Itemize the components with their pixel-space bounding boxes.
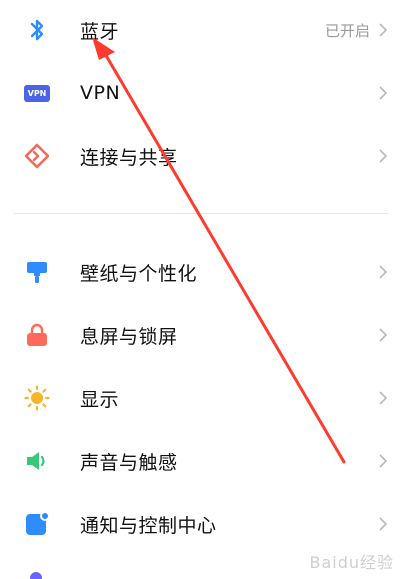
settings-item-display[interactable]: 显示 — [0, 368, 410, 428]
chevron-right-icon — [379, 149, 388, 163]
lock-icon — [24, 322, 50, 348]
settings-item-label: 连接与共享 — [80, 146, 178, 169]
settings-item-sound[interactable]: 声音与触感 — [0, 431, 410, 491]
chevron-right-icon — [379, 391, 388, 405]
settings-item-label: 显示 — [80, 388, 120, 411]
vpn-icon: VPN — [24, 80, 50, 106]
chevron-right-icon — [379, 328, 388, 342]
next-item-icon-partial — [30, 572, 42, 579]
settings-item-bluetooth[interactable]: 蓝牙 已开启 — [0, 0, 410, 60]
bluetooth-icon — [24, 17, 50, 43]
bluetooth-status: 已开启 — [324, 21, 370, 40]
settings-item-label: 声音与触感 — [80, 451, 178, 474]
watermark: Baidu经验 — [309, 553, 394, 572]
settings-item-lock-screen[interactable]: 息屏与锁屏 — [0, 305, 410, 365]
chevron-right-icon — [379, 517, 388, 531]
settings-item-wallpaper[interactable]: 壁纸与个性化 — [0, 242, 410, 302]
chevron-right-icon — [379, 454, 388, 468]
settings-item-label: 蓝牙 — [80, 20, 120, 43]
settings-item-label: 通知与控制中心 — [80, 514, 217, 537]
settings-item-connection-sharing[interactable]: 连接与共享 — [0, 126, 410, 186]
chevron-right-icon — [379, 265, 388, 279]
notification-icon — [24, 511, 50, 537]
settings-item-label: 息屏与锁屏 — [80, 325, 178, 348]
settings-item-notifications[interactable]: 通知与控制中心 — [0, 494, 410, 554]
chevron-right-icon — [379, 86, 388, 100]
wallpaper-icon — [24, 259, 50, 285]
settings-item-label: VPN — [80, 82, 121, 104]
speaker-icon — [24, 448, 50, 474]
connection-sharing-icon — [24, 143, 50, 169]
section-divider — [14, 213, 388, 214]
settings-item-label: 壁纸与个性化 — [80, 262, 198, 285]
settings-item-vpn[interactable]: VPN VPN — [0, 63, 410, 123]
vpn-icon-badge: VPN — [24, 84, 50, 102]
sun-icon — [24, 385, 50, 411]
chevron-right-icon — [379, 23, 388, 37]
